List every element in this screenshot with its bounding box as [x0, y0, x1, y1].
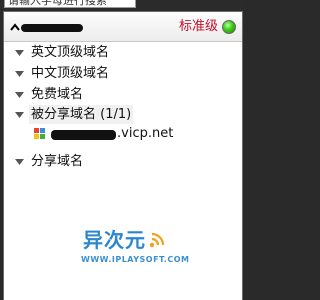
watermark-title: 异次元 — [83, 228, 146, 252]
watermark-url: WWW.IPLAYSOFT.COM — [81, 255, 190, 264]
wifi-icon — [149, 232, 165, 248]
tree-group-label: 免费域名 — [31, 87, 84, 102]
tree-group-label: 分享域名 — [31, 154, 84, 169]
tree-group-free-domain[interactable]: 免费域名 — [4, 85, 242, 104]
tree-group-label: 英文顶级域名 — [31, 45, 110, 60]
tree-group-english-tld[interactable]: 英文顶级域名 — [4, 43, 242, 62]
caret-up-icon[interactable] — [10, 23, 20, 31]
top-bar: 请输入字母进行搜索 — [0, 0, 246, 11]
service-level-label: 标准级 — [179, 19, 219, 34]
expand-arrow-icon — [15, 159, 24, 165]
tree-group-chinese-tld[interactable]: 中文顶级域名 — [4, 64, 242, 83]
account-header: 标准级 — [4, 12, 242, 42]
expand-arrow-icon — [15, 71, 24, 77]
domain-name-redacted — [51, 130, 116, 140]
watermark-logo: 异次元 WWW.IPLAYSOFT.COM — [77, 228, 190, 278]
tree-group-shared-with-me[interactable]: 被分享域名 (1/1) — [4, 105, 242, 124]
search-input[interactable]: 请输入字母进行搜索 — [4, 0, 136, 8]
expand-arrow-icon — [15, 50, 24, 56]
tree-group-label: 中文顶级域名 — [31, 66, 110, 81]
tree-group-label: 被分享域名 (1/1) — [29, 105, 134, 124]
domain-panel: 标准级 英文顶级域名 中文顶级域名 免费域名 被分享域名 (1/1) .vicp… — [3, 11, 243, 300]
site-icon — [34, 128, 45, 139]
domain-list-item[interactable]: .vicp.net — [4, 125, 242, 143]
expand-arrow-icon — [15, 112, 24, 118]
tree-group-my-shared[interactable]: 分享域名 — [4, 152, 242, 171]
expand-arrow-icon — [15, 92, 24, 98]
account-name-redacted — [21, 24, 83, 32]
domain-suffix: .vicp.net — [117, 126, 174, 141]
online-status-icon — [222, 20, 236, 34]
